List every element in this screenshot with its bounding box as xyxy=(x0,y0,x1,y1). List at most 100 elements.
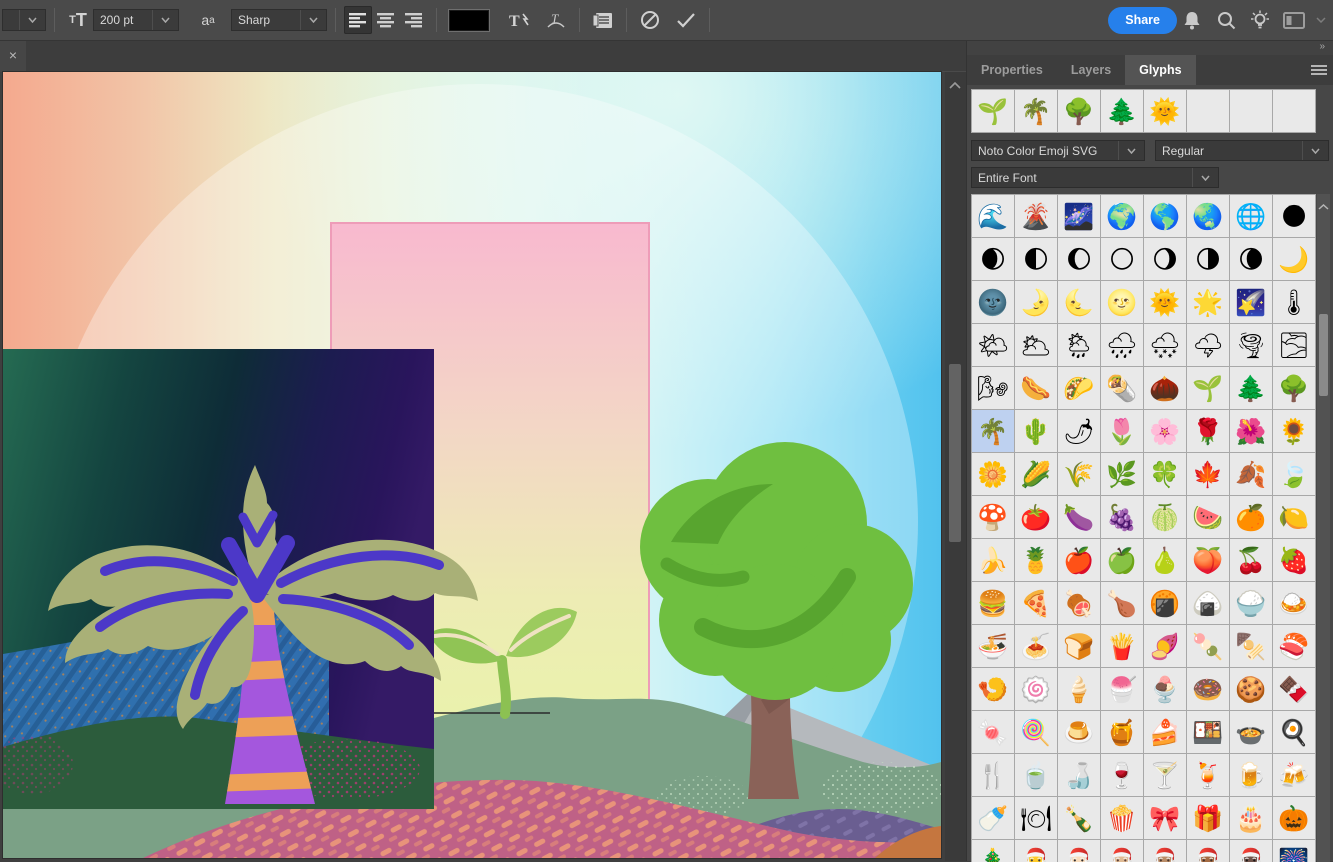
glyph-cell[interactable]: 🍜 xyxy=(972,625,1015,668)
glyph-cell[interactable]: 🌮 xyxy=(1058,367,1101,410)
glyph-cell[interactable]: 🍔 xyxy=(972,582,1015,625)
glyph-cell[interactable]: 🍃 xyxy=(1273,453,1316,496)
glyph-cell[interactable]: 🌑 xyxy=(1273,195,1316,238)
notifications-bell-icon[interactable] xyxy=(1177,5,1207,35)
glyph-cell[interactable]: 🌊 xyxy=(972,195,1015,238)
glyph-cell[interactable]: 🌌 xyxy=(1058,195,1101,238)
recent-glyph-cell[interactable]: 🌞 xyxy=(1144,90,1187,133)
glyph-cell[interactable]: 🌶 xyxy=(1058,410,1101,453)
glyph-cell[interactable]: 🍽 xyxy=(1015,797,1058,840)
scroll-up-icon[interactable] xyxy=(949,76,961,94)
scroll-up-icon[interactable] xyxy=(1318,197,1329,215)
glyph-cell[interactable]: 🍦 xyxy=(1058,668,1101,711)
glyph-cell[interactable]: 🎅🏽 xyxy=(1144,840,1187,862)
glyph-cell[interactable]: 🌴 xyxy=(972,410,1015,453)
glyph-cell[interactable]: 🍴 xyxy=(972,754,1015,797)
glyph-cell[interactable]: 🌒 xyxy=(972,238,1015,281)
tab-properties[interactable]: Properties xyxy=(967,55,1057,85)
glyph-cell[interactable]: 🍕 xyxy=(1015,582,1058,625)
glyph-cell[interactable]: 🍱 xyxy=(1187,711,1230,754)
glyph-cell[interactable]: 🌨 xyxy=(1144,324,1187,367)
glyph-cell[interactable]: 🌲 xyxy=(1230,367,1273,410)
glyph-cell[interactable]: 🍵 xyxy=(1015,754,1058,797)
glyph-cell[interactable]: 🌹 xyxy=(1187,410,1230,453)
glyph-cell[interactable]: 🌖 xyxy=(1144,238,1187,281)
text-on-path-icon[interactable]: T xyxy=(541,5,571,35)
glyph-cell[interactable]: 🌱 xyxy=(1187,367,1230,410)
canvas-vertical-scrollbar[interactable] xyxy=(945,72,966,861)
font-style-select[interactable]: Regular xyxy=(1155,140,1329,161)
glyph-cell[interactable]: 🍖 xyxy=(1058,582,1101,625)
glyph-cell[interactable]: 🌽 xyxy=(1015,453,1058,496)
glyph-cell[interactable]: 🍸 xyxy=(1144,754,1187,797)
glyph-cell[interactable]: 🌧 xyxy=(1101,324,1144,367)
glyph-cell[interactable]: 🍳 xyxy=(1273,711,1316,754)
glyph-cell[interactable]: 🍒 xyxy=(1230,539,1273,582)
align-right-button[interactable] xyxy=(400,6,428,34)
glyph-cell[interactable]: 🍟 xyxy=(1101,625,1144,668)
glyph-cell[interactable]: 🌿 xyxy=(1101,453,1144,496)
glyph-cell[interactable]: 🌪 xyxy=(1230,324,1273,367)
cancel-edit-icon[interactable] xyxy=(635,5,665,35)
recent-glyph-cell[interactable] xyxy=(1230,90,1273,133)
glyph-cell[interactable]: 🌔 xyxy=(1058,238,1101,281)
glyph-cell[interactable]: 🌻 xyxy=(1273,410,1316,453)
glyph-cell[interactable]: 🌜 xyxy=(1058,281,1101,324)
glyph-cell[interactable]: 🌕 xyxy=(1101,238,1144,281)
glyph-cell[interactable]: 🍛 xyxy=(1273,582,1316,625)
workspace-layout-icon[interactable] xyxy=(1279,5,1309,35)
glyph-cell[interactable]: 🎂 xyxy=(1230,797,1273,840)
recent-glyph-cell[interactable] xyxy=(1187,90,1230,133)
align-center-button[interactable] xyxy=(372,6,400,34)
scrollbar-thumb[interactable] xyxy=(949,364,961,542)
glyph-cell[interactable]: 🍲 xyxy=(1230,711,1273,754)
glyph-cell[interactable]: 🍼 xyxy=(972,797,1015,840)
glyph-cell[interactable]: 🌞 xyxy=(1144,281,1187,324)
glyph-cell[interactable]: 🍁 xyxy=(1187,453,1230,496)
glyph-cell[interactable]: 🌗 xyxy=(1187,238,1230,281)
glyph-cell[interactable]: 🍤 xyxy=(972,668,1015,711)
glyph-cell[interactable]: 🍀 xyxy=(1144,453,1187,496)
glyph-cell[interactable]: 🍣 xyxy=(1273,625,1316,668)
recent-glyph-cell[interactable]: 🌱 xyxy=(972,90,1015,133)
chevron-down-icon[interactable] xyxy=(1313,5,1329,35)
glyph-cell[interactable]: 🍫 xyxy=(1273,668,1316,711)
glyph-cell[interactable]: 🌦 xyxy=(1058,324,1101,367)
glyph-cell[interactable]: 🍋 xyxy=(1273,496,1316,539)
glyph-cell[interactable]: 🍡 xyxy=(1187,625,1230,668)
glyph-cell[interactable]: 🍯 xyxy=(1101,711,1144,754)
glyph-cell[interactable]: 🎀 xyxy=(1144,797,1187,840)
glyph-cell[interactable]: 🌾 xyxy=(1058,453,1101,496)
glyph-cell[interactable]: 🍧 xyxy=(1101,668,1144,711)
glyph-cell[interactable]: 🌳 xyxy=(1273,367,1316,410)
anti-alias-select[interactable]: Sharp xyxy=(231,9,327,31)
glyph-cell[interactable]: 🎅 xyxy=(1015,840,1058,862)
glyph-cell[interactable]: 🍷 xyxy=(1101,754,1144,797)
glyph-cell[interactable]: 🍠 xyxy=(1144,625,1187,668)
glyph-cell[interactable]: 🌐 xyxy=(1230,195,1273,238)
glyph-cell[interactable]: 🍚 xyxy=(1230,582,1273,625)
glyph-cell[interactable]: 🍺 xyxy=(1230,754,1273,797)
text-color-swatch[interactable] xyxy=(449,10,489,31)
glyph-cell[interactable]: 🍙 xyxy=(1187,582,1230,625)
glyph-cell[interactable]: 🍂 xyxy=(1230,453,1273,496)
recent-glyph-cell[interactable]: 🌴 xyxy=(1015,90,1058,133)
glyph-scrollbar[interactable] xyxy=(1317,194,1330,862)
glyph-cell[interactable]: 🍾 xyxy=(1058,797,1101,840)
glyph-cell[interactable]: 🍻 xyxy=(1273,754,1316,797)
glyph-cell[interactable]: 🍉 xyxy=(1187,496,1230,539)
glyph-range-select[interactable]: Entire Font xyxy=(971,167,1219,188)
glyph-cell[interactable]: 🌥 xyxy=(1015,324,1058,367)
glyph-cell[interactable]: 🌩 xyxy=(1187,324,1230,367)
glyph-cell[interactable]: 🌷 xyxy=(1101,410,1144,453)
share-button[interactable]: Share xyxy=(1108,7,1177,34)
glyph-cell[interactable]: 🌓 xyxy=(1015,238,1058,281)
glyph-cell[interactable]: 🌏 xyxy=(1187,195,1230,238)
glyph-cell[interactable]: 🎆 xyxy=(1273,840,1316,862)
palm-image[interactable] xyxy=(3,349,478,809)
glyph-cell[interactable]: 🌚 xyxy=(972,281,1015,324)
glyph-cell[interactable]: 🎅🏻 xyxy=(1058,840,1101,862)
commit-edit-icon[interactable] xyxy=(671,5,701,35)
glyph-cell[interactable]: 🍨 xyxy=(1144,668,1187,711)
lightbulb-icon[interactable] xyxy=(1245,5,1275,35)
